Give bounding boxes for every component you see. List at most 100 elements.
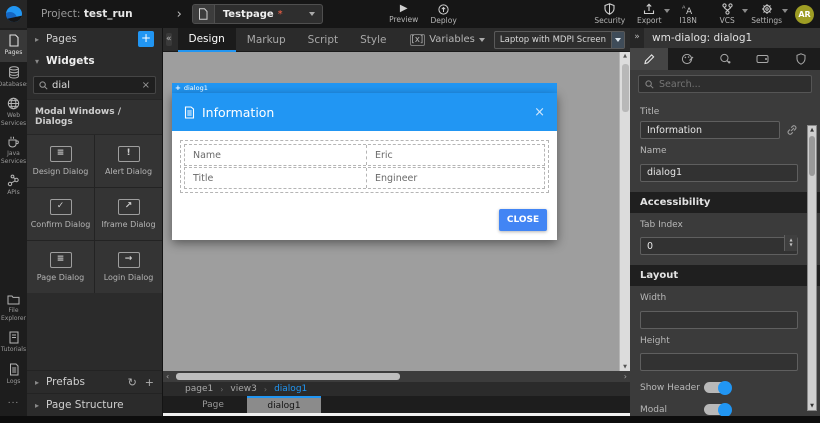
prefabs-header-label: Prefabs xyxy=(46,376,85,388)
rail-item-logs[interactable]: Logs xyxy=(0,359,27,391)
list-item[interactable]: Title Engineer xyxy=(184,167,545,189)
add-prefab-icon[interactable]: + xyxy=(145,376,154,389)
section-layout[interactable]: Layout xyxy=(630,265,820,286)
canvas-vertical-scrollbar[interactable]: ▲ ▼ xyxy=(619,52,630,371)
security-button[interactable]: Security xyxy=(594,3,625,25)
user-avatar[interactable]: AR xyxy=(795,4,814,24)
tab-properties[interactable] xyxy=(630,48,668,70)
height-field-input[interactable] xyxy=(640,353,798,371)
dialog1-widget[interactable]: Information × Name Eric Title Engineer C… xyxy=(172,93,557,240)
row-label: Name xyxy=(185,145,367,165)
bottom-tab-dialog1[interactable]: dialog1 xyxy=(247,396,321,413)
rail-item-web-services[interactable]: Web Services xyxy=(0,93,27,132)
collapse-left-panel-button[interactable]: « xyxy=(166,33,172,46)
tab-style[interactable]: Style xyxy=(349,28,397,52)
scroll-right-icon[interactable]: › xyxy=(624,372,627,381)
breadcrumb-view3[interactable]: view3 xyxy=(230,384,256,394)
scroll-up-icon[interactable]: ▲ xyxy=(623,53,627,59)
deploy-button[interactable]: Deploy xyxy=(429,3,459,25)
dialog-header[interactable]: Information × xyxy=(172,93,557,131)
breadcrumb-dialog1[interactable]: dialog1 xyxy=(274,384,307,394)
bottom-tab-page[interactable]: Page xyxy=(179,396,247,413)
scroll-left-icon[interactable]: ‹ xyxy=(166,372,169,381)
rail-more-button[interactable]: ... xyxy=(8,390,20,416)
project-label: Project: test_run xyxy=(41,8,133,20)
globe-icon xyxy=(7,97,20,110)
widget-search-box: × xyxy=(33,76,156,94)
preview-button[interactable]: ▶ Preview xyxy=(389,4,419,25)
number-stepper[interactable]: ▲ ▼ xyxy=(784,234,797,251)
widget-search-input[interactable] xyxy=(52,79,138,91)
tab-index-input[interactable] xyxy=(640,237,798,255)
stepper-down-icon[interactable]: ▼ xyxy=(789,243,792,247)
clear-search-icon[interactable]: × xyxy=(142,80,150,91)
properties-search-area xyxy=(630,70,820,98)
widget-iframe-dialog[interactable]: ↗ Iframe Dialog xyxy=(95,188,162,240)
tab-events[interactable] xyxy=(706,48,744,70)
design-canvas[interactable]: + dialog1 Information × Name Eric Title … xyxy=(163,52,630,371)
chevron-right-icon: › xyxy=(220,384,224,394)
export-button[interactable]: Export xyxy=(634,3,671,25)
properties-search-box xyxy=(638,75,812,93)
width-field-input[interactable] xyxy=(640,310,798,329)
pages-accordion-header[interactable]: ▸ Pages + xyxy=(27,28,162,50)
rail-label: Java Services xyxy=(0,150,27,165)
widget-alert-dialog[interactable]: ! Alert Dialog xyxy=(95,135,162,187)
coffee-icon xyxy=(8,136,19,148)
scrollbar-thumb[interactable] xyxy=(622,64,629,112)
scroll-down-icon[interactable]: ▼ xyxy=(623,364,627,370)
device-preview-select[interactable]: Laptop with MDPI Screen xyxy=(493,30,626,49)
widget-login-dialog[interactable]: → Login Dialog xyxy=(95,241,162,293)
widgets-accordion-header[interactable]: ▾ Widgets xyxy=(27,50,162,72)
widget-page-dialog[interactable]: ≡ Page Dialog xyxy=(27,241,94,293)
add-page-button[interactable]: + xyxy=(138,31,154,47)
tab-script[interactable]: Script xyxy=(297,28,349,52)
section-accessibility[interactable]: Accessibility xyxy=(630,191,820,213)
rail-item-databases[interactable]: Databases xyxy=(0,62,29,94)
dialog-close-button[interactable]: CLOSE xyxy=(499,209,547,231)
tab-markup[interactable]: Markup xyxy=(236,28,297,52)
tab-styles[interactable] xyxy=(668,48,706,70)
rail-item-file-explorer[interactable]: File Explorer xyxy=(0,290,27,327)
prefabs-accordion-header[interactable]: ▸ Prefabs ↻ + xyxy=(27,370,162,393)
title-field-input[interactable] xyxy=(640,121,780,139)
bind-link-icon[interactable] xyxy=(786,124,798,136)
scrollbar-thumb[interactable] xyxy=(176,373,400,380)
rail-item-java-services[interactable]: Java Services xyxy=(0,132,27,170)
show-header-toggle[interactable] xyxy=(704,380,732,395)
page-structure-accordion-header[interactable]: ▸ Page Structure xyxy=(27,393,162,416)
app-logo[interactable] xyxy=(0,0,27,28)
modal-toggle[interactable] xyxy=(704,402,732,416)
breadcrumb-page1[interactable]: page1 xyxy=(185,384,213,394)
rail-item-apis[interactable]: APIs xyxy=(0,170,27,202)
vcs-button[interactable]: VCS xyxy=(712,3,749,25)
variables-dropdown[interactable]: [x] Variables xyxy=(409,33,485,46)
chevron-right-icon: › xyxy=(176,6,182,22)
rail-item-tutorials[interactable]: Tutorials xyxy=(0,327,27,359)
dialog-footer: CLOSE xyxy=(172,201,557,240)
tab-device[interactable] xyxy=(744,48,782,70)
properties-scrollbar[interactable]: ▲ ▼ xyxy=(807,125,817,411)
name-field-input[interactable] xyxy=(640,163,798,182)
list-item[interactable]: Name Eric xyxy=(184,144,545,166)
pencil-icon xyxy=(644,54,655,65)
dialog-close-icon[interactable]: × xyxy=(534,105,545,120)
selected-widget-tag[interactable]: + dialog1 xyxy=(172,83,557,93)
top-bar: Project: test_run › Testpage * ▶ Preview… xyxy=(0,0,820,28)
tab-security[interactable] xyxy=(782,48,820,70)
tab-design[interactable]: Design xyxy=(177,27,236,52)
scrollbar-thumb[interactable] xyxy=(809,136,815,176)
canvas-horizontal-scrollbar[interactable]: ‹ › xyxy=(163,371,630,382)
widget-design-dialog[interactable]: ≡ Design Dialog xyxy=(27,135,94,187)
scroll-down-icon[interactable]: ▼ xyxy=(810,403,814,409)
pages-header-label: Pages xyxy=(46,33,77,45)
scroll-up-icon[interactable]: ▲ xyxy=(810,127,814,133)
page-selector-dropdown[interactable]: Testpage * xyxy=(191,4,323,24)
i18n-button[interactable]: ᴬA I18N xyxy=(673,3,703,25)
refresh-prefabs-icon[interactable]: ↻ xyxy=(128,376,137,389)
expand-right-panel-button[interactable]: » xyxy=(630,28,644,48)
properties-search-input[interactable] xyxy=(659,78,805,90)
widget-confirm-dialog[interactable]: ✓ Confirm Dialog xyxy=(27,188,94,240)
settings-button[interactable]: Settings xyxy=(751,3,788,25)
rail-item-pages[interactable]: Pages xyxy=(0,30,27,62)
